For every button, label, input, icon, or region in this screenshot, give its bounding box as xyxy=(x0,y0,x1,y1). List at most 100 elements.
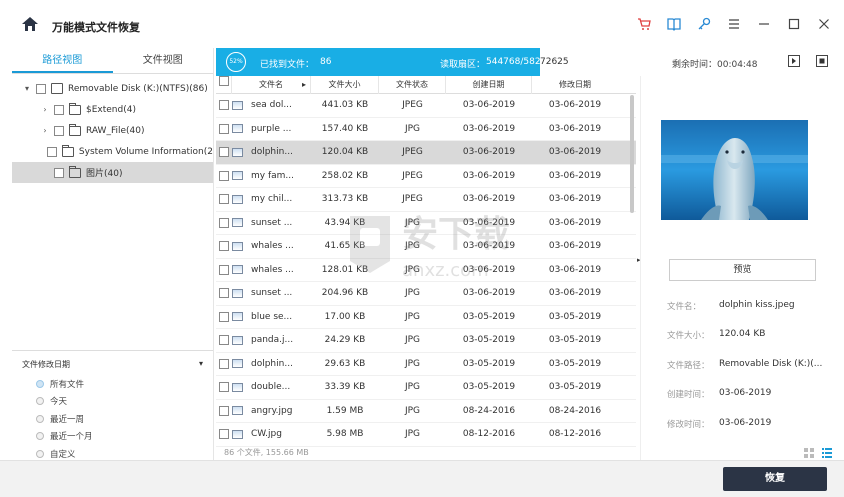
row-checkbox[interactable] xyxy=(219,123,229,134)
row-checkbox[interactable] xyxy=(219,288,229,299)
table-row[interactable]: dolphin... 120.04 KB JPEG 03-06-2019 03-06-2… xyxy=(216,141,636,165)
file-name: purple ... xyxy=(232,124,311,134)
filter-option-week[interactable]: 最近一周 xyxy=(22,410,203,428)
table-row[interactable]: double... 33.39 KB JPG 03-05-2019 03-05-2019 xyxy=(216,376,636,400)
tree-checkbox[interactable] xyxy=(46,146,57,157)
stop-button[interactable] xyxy=(816,55,828,67)
tree-item-disk[interactable]: ▾ Removable Disk (K:)(NTFS)(86) xyxy=(12,78,213,99)
file-name: my chil... xyxy=(232,194,311,204)
read-value: 544768/582 xyxy=(486,57,541,67)
radio-button[interactable] xyxy=(36,397,44,406)
tree-item-pictures[interactable]: 图片(40) xyxy=(12,162,213,183)
file-status: JPEG xyxy=(402,170,423,181)
table-row[interactable]: dolphin... 29.63 KB JPG 03-05-2019 03-05-201… xyxy=(216,353,636,376)
filter-option-label: 所有文件 xyxy=(50,379,85,390)
tree-item-label: Removable Disk (K:)(NTFS)(86) xyxy=(68,83,208,94)
cart-icon[interactable] xyxy=(634,14,654,34)
book-icon[interactable] xyxy=(664,14,684,34)
recover-button[interactable]: 恢复 xyxy=(723,467,827,491)
radio-button[interactable] xyxy=(36,414,44,423)
sort-arrow-icon[interactable]: ▸ xyxy=(302,76,306,94)
row-checkbox[interactable] xyxy=(219,382,229,393)
table-row[interactable]: angry.jpg 1.59 MB JPG 08-24-2016 08-24-2016 xyxy=(216,400,636,423)
radio-button[interactable] xyxy=(36,432,44,441)
file-name-text: my chil... xyxy=(251,194,293,205)
image-file-icon xyxy=(232,124,243,134)
row-checkbox[interactable] xyxy=(219,358,229,369)
image-file-icon xyxy=(232,194,243,204)
filter-option-today[interactable]: 今天 xyxy=(22,393,203,411)
tree-item-system-volume[interactable]: System Volume Information(2 xyxy=(12,141,213,162)
table-row[interactable]: my fam... 258.02 KB JPEG 03-06-2019 03-06-20… xyxy=(216,165,636,188)
table-row[interactable]: sunset ... 43.94 KB JPG 03-06-2019 03-06-201… xyxy=(216,212,636,235)
table-row[interactable]: blue se... 17.00 KB JPG 03-05-2019 03-05-201… xyxy=(216,306,636,329)
file-name: angry.jpg xyxy=(232,406,311,416)
row-checkbox[interactable] xyxy=(219,100,229,111)
row-checkbox[interactable] xyxy=(219,405,229,416)
file-name-text: whales ... xyxy=(251,264,294,275)
table-row[interactable]: sunset ... 204.96 KB JPG 03-06-2019 03-06-20… xyxy=(216,282,636,306)
chevron-down-icon[interactable]: ▾ xyxy=(22,84,32,93)
row-checkbox-cell xyxy=(216,382,232,393)
row-checkbox[interactable] xyxy=(219,335,229,346)
list-view-icon[interactable] xyxy=(822,448,832,458)
row-checkbox-cell xyxy=(216,170,232,181)
filter-option-all[interactable]: 所有文件 xyxy=(22,375,203,393)
minimize-icon[interactable] xyxy=(754,14,774,34)
play-button[interactable] xyxy=(788,55,800,67)
date-filter-header[interactable]: 文件修改日期 ▾ xyxy=(22,359,203,370)
tree-checkbox[interactable] xyxy=(54,104,64,115)
radio-button[interactable] xyxy=(36,449,44,458)
row-checkbox[interactable] xyxy=(219,147,229,158)
tree-checkbox[interactable] xyxy=(36,83,46,94)
col-header-status[interactable]: 文件状态 xyxy=(379,75,446,94)
file-status: JPG xyxy=(404,217,421,228)
select-all-checkbox[interactable] xyxy=(218,75,229,86)
progress-percent: 52% xyxy=(226,52,246,72)
tab-path-view[interactable]: 路径视图 xyxy=(12,48,113,73)
table-row[interactable]: whales ... 128.01 KB JPG 03-06-2019 03-06-20… xyxy=(216,259,636,282)
maximize-icon[interactable] xyxy=(784,14,804,34)
grid-view-icon[interactable] xyxy=(804,448,814,458)
table-row[interactable]: my chil... 313.73 KB JPEG 03-06-2019 03-06-2… xyxy=(216,188,636,212)
table-row[interactable]: panda.j... 24.29 KB JPG 03-05-2019 03-05-201… xyxy=(216,329,636,353)
tab-file-view[interactable]: 文件视图 xyxy=(113,48,214,73)
row-checkbox-cell xyxy=(216,335,232,346)
table-row[interactable]: sea dol... 441.03 KB JPEG 03-06-2019 03-06-2… xyxy=(216,94,636,118)
table-row[interactable]: whales ... 41.65 KB JPG 03-06-2019 03-06-201… xyxy=(216,235,636,259)
file-size: 43.94 KB xyxy=(324,217,366,228)
row-checkbox[interactable] xyxy=(219,264,229,275)
row-checkbox[interactable] xyxy=(219,217,229,228)
row-checkbox[interactable] xyxy=(219,429,229,440)
chevron-down-icon[interactable]: ▾ xyxy=(199,359,203,370)
preview-image xyxy=(661,120,808,220)
row-checkbox[interactable] xyxy=(219,194,229,205)
col-header-modified[interactable]: 修改日期 xyxy=(532,76,618,94)
close-icon[interactable] xyxy=(814,14,834,34)
modified-date: 03-06-2019 xyxy=(548,170,602,181)
key-icon[interactable] xyxy=(694,14,714,34)
tree-item-raw-file[interactable]: › RAW_File(40) xyxy=(12,120,213,141)
col-header-name[interactable]: 文件名 ▸ xyxy=(232,75,311,94)
table-row[interactable]: purple ... 157.40 KB JPG 03-06-2019 03-06-20… xyxy=(216,118,636,141)
preview-button[interactable]: 预览 xyxy=(669,259,816,281)
table-scrollbar[interactable] xyxy=(630,95,634,213)
info-label: 创建时间： xyxy=(667,390,710,400)
row-checkbox[interactable] xyxy=(219,311,229,322)
row-checkbox[interactable] xyxy=(219,170,229,181)
tree-checkbox[interactable] xyxy=(54,167,64,178)
chevron-right-icon[interactable]: › xyxy=(40,105,50,114)
table-row[interactable]: CW.jpg 5.98 MB JPG 08-12-2016 08-12-2016 xyxy=(216,423,636,447)
chevron-right-icon[interactable]: › xyxy=(40,126,50,135)
tree-checkbox[interactable] xyxy=(54,125,64,136)
info-value: Removable Disk (K:)(... xyxy=(719,359,823,369)
home-icon[interactable] xyxy=(22,17,38,31)
tree-item-extend[interactable]: › $Extend(4) xyxy=(12,99,213,120)
file-name: whales ... xyxy=(232,241,311,251)
radio-button[interactable] xyxy=(36,379,44,388)
menu-icon[interactable] xyxy=(724,14,744,34)
filter-option-month[interactable]: 最近一个月 xyxy=(22,428,203,446)
col-header-size[interactable]: 文件大小 xyxy=(311,75,379,94)
row-checkbox[interactable] xyxy=(219,241,229,252)
col-header-created[interactable]: 创建日期 xyxy=(446,75,532,94)
